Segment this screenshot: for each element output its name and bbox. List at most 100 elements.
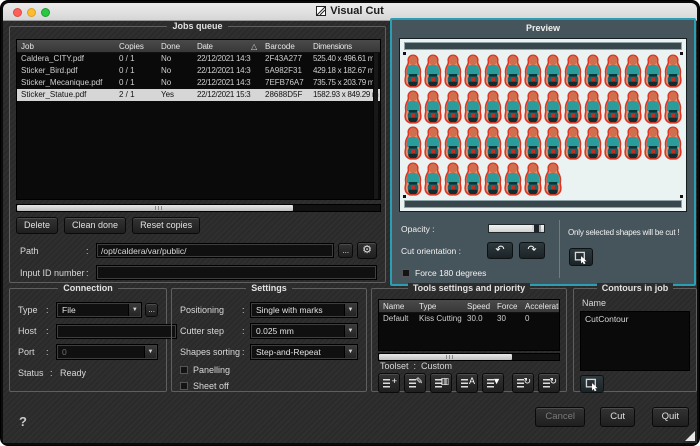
rotate-right-button[interactable]: ↷ [519, 242, 545, 259]
statue-shape[interactable] [463, 54, 483, 89]
statue-shape[interactable] [543, 54, 563, 89]
statue-shape[interactable] [403, 54, 423, 89]
statue-shape[interactable] [583, 126, 603, 161]
contour-list-item[interactable]: CutContour [585, 314, 685, 324]
jobs-horizontal-scrollbar[interactable] [16, 204, 381, 212]
statue-shape[interactable] [523, 126, 543, 161]
panelling-checkbox[interactable] [180, 366, 188, 374]
statue-shape[interactable] [423, 126, 443, 161]
statue-shape[interactable] [403, 162, 423, 197]
statue-shape[interactable] [403, 126, 423, 161]
statue-shape[interactable] [503, 162, 523, 197]
statue-shape[interactable] [643, 126, 663, 161]
column-header-barcode[interactable]: Barcode [261, 40, 309, 52]
statue-shape[interactable] [523, 90, 543, 125]
column-header-force[interactable]: Force [493, 300, 521, 312]
path-settings-gear-button[interactable]: ⚙ [357, 242, 377, 259]
statue-shape[interactable] [403, 90, 423, 125]
statue-shape[interactable] [483, 126, 503, 161]
statue-shape[interactable] [663, 90, 683, 125]
tools-hscroll-thumb[interactable] [379, 354, 512, 360]
column-header-tool-name[interactable]: Name [379, 300, 415, 312]
statue-shape[interactable] [543, 126, 563, 161]
statue-shape[interactable] [563, 126, 583, 161]
input-id-field[interactable] [96, 265, 377, 280]
statue-shape[interactable] [623, 90, 643, 125]
statue-shape[interactable] [643, 54, 663, 89]
path-browse-button[interactable]: ... [338, 243, 353, 258]
statue-shape[interactable] [443, 162, 463, 197]
column-header-job[interactable]: Job [17, 40, 115, 52]
statue-shape[interactable] [503, 54, 523, 89]
opacity-slider-handle[interactable] [532, 225, 541, 232]
jobs-table-row[interactable]: Caldera_CITY.pdf0 / 1No22/12/2021 14:352… [17, 53, 380, 65]
statue-shape[interactable] [603, 126, 623, 161]
jobs-hscroll-thumb[interactable] [17, 205, 293, 211]
jobs-table-row[interactable]: Sticker_Mecanique.pdf0 / 1No22/12/2021 1… [17, 77, 380, 89]
statue-shape[interactable] [463, 162, 483, 197]
opacity-slider[interactable] [488, 224, 545, 233]
statue-shape[interactable] [563, 54, 583, 89]
positioning-select[interactable]: Single with marks▼ [250, 302, 358, 318]
jobs-table-row[interactable]: Sticker_Bird.pdf0 / 1No22/12/2021 14:365… [17, 65, 380, 77]
statue-shape[interactable] [663, 54, 683, 89]
connection-type-select[interactable]: File▼ [56, 302, 142, 318]
statue-shape[interactable] [503, 126, 523, 161]
help-button[interactable]: ? [19, 414, 27, 429]
connection-browse-button[interactable]: ... [145, 303, 158, 317]
column-header-copies[interactable]: Copies [115, 40, 157, 52]
statue-shape[interactable] [623, 54, 643, 89]
statue-shape[interactable] [443, 90, 463, 125]
statue-shape[interactable] [583, 54, 603, 89]
statue-shape[interactable] [423, 162, 443, 197]
clean-done-button[interactable]: Clean done [64, 217, 126, 234]
statue-shape[interactable] [663, 126, 683, 161]
shapes-sorting-select[interactable]: Step-and-Repeat▼ [250, 344, 358, 360]
statue-shape[interactable] [543, 90, 563, 125]
sort-tools-button[interactable]: A [456, 373, 478, 393]
column-header-speed[interactable]: Speed [463, 300, 493, 312]
edit-tool-button[interactable]: ✎ [404, 373, 426, 393]
priority-tools-button[interactable]: ▼ [482, 373, 504, 393]
tools-table-row[interactable]: DefaultKiss Cutting30.0300 [379, 313, 559, 325]
statue-shape[interactable] [423, 54, 443, 89]
statue-shape[interactable] [603, 54, 623, 89]
reset-copies-button[interactable]: Reset copies [132, 217, 200, 234]
jobs-table-row[interactable]: Sticker_Statue.pdf2 / 1Yes22/12/2021 15:… [17, 89, 380, 101]
statue-shape[interactable] [563, 90, 583, 125]
path-input[interactable] [96, 243, 334, 258]
column-header-done[interactable]: Done [157, 40, 193, 52]
column-header-acceleration[interactable]: Acceleration [521, 300, 559, 312]
delete-job-button[interactable]: Delete [16, 217, 58, 234]
force-180-checkbox[interactable] [402, 269, 410, 277]
delete-tool-button[interactable]: ▥ [430, 373, 452, 393]
quit-button[interactable]: Quit [652, 407, 689, 427]
host-input[interactable] [56, 324, 177, 339]
cutter-step-select[interactable]: 0.025 mm▼ [250, 323, 358, 339]
statue-shape[interactable] [603, 90, 623, 125]
statue-shape[interactable] [543, 162, 563, 197]
save-toolset-button[interactable]: ↻ [538, 373, 560, 393]
column-header-date[interactable]: Date [193, 40, 251, 52]
statue-shape[interactable] [523, 54, 543, 89]
select-contour-button[interactable] [580, 375, 604, 393]
statue-shape[interactable] [503, 90, 523, 125]
statue-shape[interactable] [483, 54, 503, 89]
select-shapes-button[interactable] [569, 248, 593, 266]
statue-shape[interactable] [483, 90, 503, 125]
statue-shape[interactable] [623, 126, 643, 161]
jobs-vertical-scrollbar[interactable] [373, 53, 378, 199]
column-header-tool-type[interactable]: Type [415, 300, 463, 312]
statue-shape[interactable] [443, 54, 463, 89]
tools-horizontal-scrollbar[interactable] [378, 353, 560, 361]
statue-shape[interactable] [463, 126, 483, 161]
preview-canvas[interactable] [399, 38, 687, 212]
statue-shape[interactable] [423, 90, 443, 125]
statue-shape[interactable] [483, 162, 503, 197]
statue-shape[interactable] [523, 162, 543, 197]
load-toolset-button[interactable]: ↻ [512, 373, 534, 393]
cut-button[interactable]: Cut [600, 407, 635, 427]
statue-shape[interactable] [643, 90, 663, 125]
resize-grip[interactable] [685, 431, 695, 441]
add-tool-button[interactable]: + [378, 373, 400, 393]
